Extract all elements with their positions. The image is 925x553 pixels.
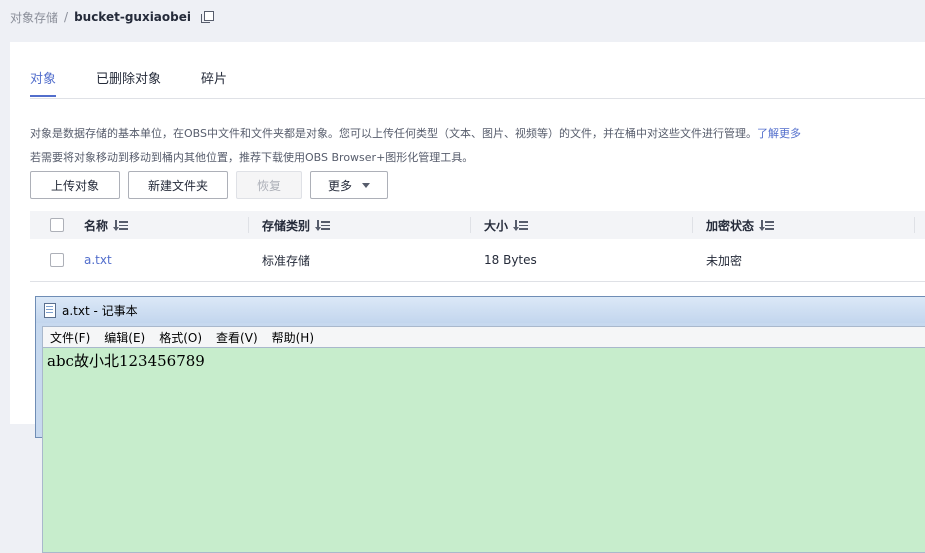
header-storage-class: 存储类别 bbox=[262, 218, 311, 233]
notepad-title-bar[interactable]: a.txt - 记事本 bbox=[36, 297, 925, 323]
sort-icon[interactable] bbox=[315, 220, 331, 231]
table-header: 名称 存储类别 大小 加密状态 bbox=[30, 211, 925, 239]
size-cell: 18 Bytes bbox=[484, 253, 537, 267]
description-line-2: 若需要将对象移动到移动到桶内其他位置，推荐下载使用OBS Browser+图形化… bbox=[30, 151, 474, 164]
more-dropdown-button[interactable]: 更多 bbox=[310, 171, 388, 199]
column-divider bbox=[692, 217, 693, 233]
sort-icon[interactable] bbox=[513, 220, 529, 231]
tab-fragments[interactable]: 碎片 bbox=[201, 68, 227, 97]
description: 对象是数据存储的基本单位，在OBS中文件和文件夹都是对象。您可以上传任何类型（文… bbox=[30, 122, 801, 170]
header-name: 名称 bbox=[84, 218, 109, 233]
notepad-window: a.txt - 记事本 文件(F) 编辑(E) 格式(O) 查看(V) 帮助(H… bbox=[35, 296, 925, 553]
breadcrumb-separator: / bbox=[64, 10, 69, 24]
table-row: a.txt 标准存储 18 Bytes 未加密 bbox=[30, 239, 925, 282]
tab-divider bbox=[30, 98, 925, 99]
row-checkbox[interactable] bbox=[50, 253, 64, 267]
menu-help[interactable]: 帮助(H) bbox=[265, 329, 321, 346]
object-table: 名称 存储类别 大小 加密状态 a.txt 标准存储 18 Bytes 未加密 bbox=[30, 211, 925, 282]
notepad-text-area[interactable]: abc故小北123456789 bbox=[42, 347, 925, 553]
restore-button[interactable]: 恢复 bbox=[236, 171, 302, 199]
header-size: 大小 bbox=[484, 218, 509, 233]
new-folder-button[interactable]: 新建文件夹 bbox=[128, 171, 228, 199]
bucket-name: bucket-guxiaobei bbox=[74, 10, 191, 24]
sort-icon[interactable] bbox=[113, 220, 129, 231]
menu-format[interactable]: 格式(O) bbox=[152, 329, 209, 346]
breadcrumb: 对象存储 / bucket-guxiaobei bbox=[10, 0, 214, 34]
notepad-menu-bar: 文件(F) 编辑(E) 格式(O) 查看(V) 帮助(H) bbox=[42, 326, 925, 347]
column-divider bbox=[914, 217, 915, 233]
tab-bar: 对象 已删除对象 碎片 bbox=[30, 68, 227, 97]
notepad-icon bbox=[44, 302, 56, 318]
breadcrumb-object-storage-link[interactable]: 对象存储 bbox=[10, 9, 58, 26]
more-label: 更多 bbox=[327, 178, 352, 193]
description-line-1: 对象是数据存储的基本单位，在OBS中文件和文件夹都是对象。您可以上传任何类型（文… bbox=[30, 127, 757, 140]
upload-object-button[interactable]: 上传对象 bbox=[30, 171, 120, 199]
column-divider bbox=[248, 217, 249, 233]
column-divider bbox=[470, 217, 471, 233]
encryption-status-cell: 未加密 bbox=[706, 253, 743, 268]
copy-icon[interactable] bbox=[201, 11, 214, 23]
menu-file[interactable]: 文件(F) bbox=[43, 329, 97, 346]
tab-objects[interactable]: 对象 bbox=[30, 68, 57, 97]
toolbar: 上传对象 新建文件夹 恢复 更多 bbox=[30, 171, 388, 199]
object-name-link[interactable]: a.txt bbox=[84, 253, 112, 267]
chevron-down-icon bbox=[362, 182, 370, 188]
notepad-title: a.txt - 记事本 bbox=[62, 303, 138, 318]
sort-icon[interactable] bbox=[759, 220, 775, 231]
learn-more-link[interactable]: 了解更多 bbox=[757, 127, 801, 140]
header-encryption: 加密状态 bbox=[706, 218, 755, 233]
select-all-checkbox[interactable] bbox=[50, 218, 64, 232]
menu-edit[interactable]: 编辑(E) bbox=[97, 329, 152, 346]
tab-deleted-objects[interactable]: 已删除对象 bbox=[96, 68, 161, 97]
menu-view[interactable]: 查看(V) bbox=[209, 329, 265, 346]
storage-class-cell: 标准存储 bbox=[262, 253, 311, 268]
